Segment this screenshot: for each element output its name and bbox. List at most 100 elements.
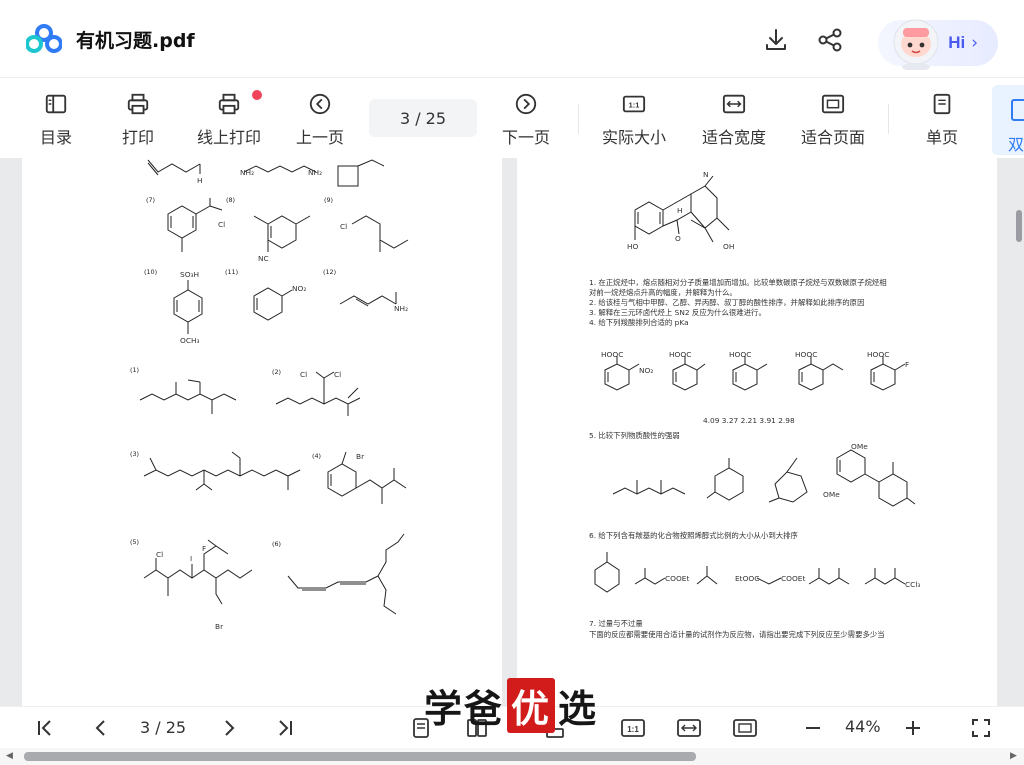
print-label: 打印 xyxy=(121,128,154,147)
compound-label: (8) xyxy=(226,196,236,204)
chevron-left-icon xyxy=(95,720,105,736)
atom-label: NH₂ xyxy=(308,168,323,177)
actual-size-small-button[interactable]: 1:1 xyxy=(620,715,646,741)
svg-text:1:1: 1:1 xyxy=(627,725,639,734)
atom-label: OMe xyxy=(823,490,840,499)
file-name: 有机习题.pdf xyxy=(76,30,195,52)
fit-page-small-button[interactable] xyxy=(732,715,758,741)
atom-label: Cl xyxy=(340,222,348,231)
question-7-title: 7. 过量与不过量 xyxy=(589,619,643,628)
prev-page-button[interactable]: 上一页 xyxy=(284,92,356,148)
first-page-button[interactable] xyxy=(32,715,58,741)
chevron-right-icon xyxy=(225,720,235,736)
actual-size-icon: 1:1 xyxy=(621,719,645,737)
prev-page-small-button[interactable] xyxy=(88,715,114,741)
prev-page-label: 上一页 xyxy=(295,128,344,147)
minus-icon xyxy=(806,727,820,729)
assistant-button[interactable]: Hi › xyxy=(878,19,998,70)
atom-label: I xyxy=(190,554,193,563)
fit-width-small-button[interactable] xyxy=(676,715,702,741)
vertical-scrollbar[interactable] xyxy=(1016,210,1022,242)
atom-label: HOOC xyxy=(867,350,890,359)
chevron-right-icon: › xyxy=(971,33,978,53)
question-7-body: 下面的反应都需要使用合适计量的试剂作为反应物，请指出要完成下列反应至少需要多少当 xyxy=(589,630,885,639)
actual-size-label: 实际大小 xyxy=(601,128,666,147)
single-page-icon xyxy=(933,93,951,115)
svg-text:1:1: 1:1 xyxy=(629,101,640,110)
next-page-small-button[interactable] xyxy=(216,715,242,741)
atom-label: OH xyxy=(723,242,735,251)
assistant-avatar-icon xyxy=(893,19,939,70)
fit-page-icon xyxy=(821,94,845,114)
share-icon xyxy=(818,28,842,52)
page-number-input[interactable]: 3 / 25 xyxy=(369,99,477,137)
question-5: 5. 比较下列物质酸性的强弱 xyxy=(589,431,680,440)
fit-page-button[interactable]: 适合页面 xyxy=(797,92,869,148)
atom-label: HOOC xyxy=(601,350,624,359)
atom-label: N xyxy=(703,170,709,179)
atom-label: HOOC xyxy=(729,350,752,359)
zoom-level[interactable]: 44% xyxy=(845,717,881,736)
next-page-icon xyxy=(515,93,537,115)
atom-label: Cl xyxy=(156,550,164,559)
horizontal-scroll-thumb[interactable] xyxy=(24,752,696,761)
online-print-icon xyxy=(218,93,240,115)
toc-button[interactable]: 目录 xyxy=(20,92,92,148)
fullscreen-button[interactable] xyxy=(968,715,994,741)
atom-label: Br xyxy=(356,452,365,461)
watermark-logo: 学爸优选 xyxy=(424,677,598,733)
download-button[interactable] xyxy=(762,26,790,54)
compound-label: (4) xyxy=(312,452,322,460)
atom-label: EtOOC xyxy=(735,574,760,583)
fit-width-icon xyxy=(677,719,701,737)
divider xyxy=(888,104,889,134)
atom-label: H xyxy=(197,176,203,185)
compound-label: (9) xyxy=(324,196,334,204)
double-page-button[interactable]: 双 xyxy=(992,85,1024,155)
fit-page-label: 适合页面 xyxy=(800,128,865,147)
double-page-icon xyxy=(1011,99,1024,121)
atom-label: NC xyxy=(258,254,269,263)
toc-icon xyxy=(45,94,67,114)
compound-label: (12) xyxy=(323,268,337,276)
pka-values: 4.09 3.27 2.21 3.91 2.98 xyxy=(703,416,795,425)
actual-size-icon: 1:1 xyxy=(622,95,646,113)
fit-width-button[interactable]: 适合宽度 xyxy=(698,92,770,148)
last-page-icon xyxy=(279,720,292,736)
atom-label: NH₂ xyxy=(240,168,255,177)
atom-label: Cl xyxy=(218,220,226,229)
atom-label: SO₃H xyxy=(180,270,200,279)
atom-label: F xyxy=(905,360,910,369)
scroll-left-arrow-icon[interactable]: ◀ xyxy=(6,751,13,761)
print-button[interactable]: 打印 xyxy=(102,92,174,148)
last-page-button[interactable] xyxy=(272,715,298,741)
horizontal-scrollbar[interactable]: ◀ ▶ xyxy=(0,748,1024,765)
fit-page-icon xyxy=(733,719,757,737)
scroll-right-arrow-icon[interactable]: ▶ xyxy=(1010,751,1017,761)
document-viewer[interactable]: H NH₂ NH₂ (7) (8) (9) Cl NC Cl (10) (11)… xyxy=(0,158,1024,706)
atom-label: F xyxy=(202,544,207,553)
chemical-structures-left xyxy=(139,159,409,615)
question-1: 1. 在正烷烃中，熔点随相对分子质量增加而增加。比较单数碳原子烷烃与双数碳原子烷… xyxy=(589,278,887,327)
single-page-button[interactable]: 单页 xyxy=(906,92,978,148)
zoom-in-button[interactable] xyxy=(900,715,926,741)
share-button[interactable] xyxy=(816,26,844,54)
chemical-structures-right xyxy=(594,175,916,593)
toc-label: 目录 xyxy=(39,128,72,147)
question-6: 6. 给下列含有羰基的化合物按照烯醇式比例的大小从小到大排序 xyxy=(589,531,798,540)
single-page-label: 单页 xyxy=(925,128,958,147)
actual-size-button[interactable]: 1:1 实际大小 xyxy=(598,92,670,148)
atom-label: HO xyxy=(627,242,639,251)
atom-label: Cl xyxy=(334,370,342,379)
fullscreen-icon xyxy=(972,719,990,737)
bottom-page-indicator[interactable]: 3 / 25 xyxy=(140,718,186,737)
atom-label: O xyxy=(675,234,681,243)
next-page-button[interactable]: 下一页 xyxy=(490,92,562,148)
zoom-out-button[interactable] xyxy=(800,715,826,741)
compound-label: (1) xyxy=(130,366,140,374)
prev-page-icon xyxy=(309,93,331,115)
atom-label: HOOC xyxy=(795,350,818,359)
assistant-label: Hi xyxy=(948,33,966,52)
atom-label: NH₂ xyxy=(394,304,409,313)
online-print-button[interactable]: 线上打印 xyxy=(193,92,265,148)
